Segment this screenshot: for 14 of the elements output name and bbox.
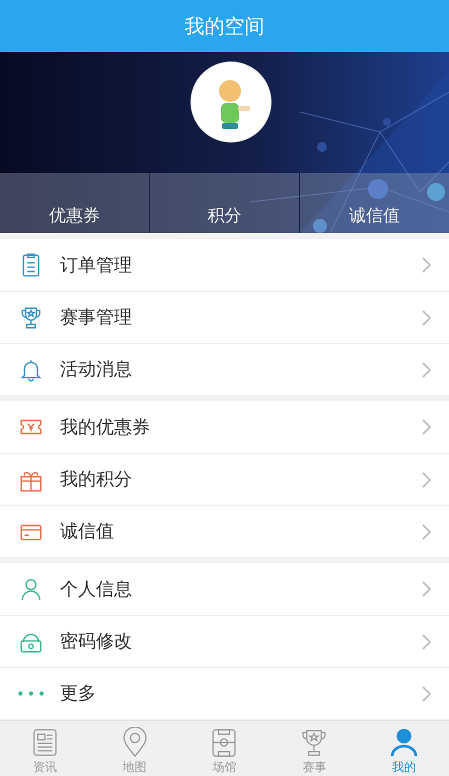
chevron-icon [422,634,431,650]
chevron-icon [422,472,431,488]
chevron-icon [422,419,431,435]
chevron-icon [422,524,431,540]
stat-tab[interactable]: 优惠券 [0,173,150,233]
more-icon [18,691,44,696]
stat-tab[interactable]: 积分 [150,173,300,233]
chevron-icon [422,581,431,597]
stat-tab[interactable]: 诚信值 [300,173,449,233]
page-title: 我的空间 [184,13,264,40]
chevron-icon [422,362,431,378]
chevron-icon [422,257,431,273]
chevron-icon [422,310,431,326]
chevron-icon [422,686,431,702]
